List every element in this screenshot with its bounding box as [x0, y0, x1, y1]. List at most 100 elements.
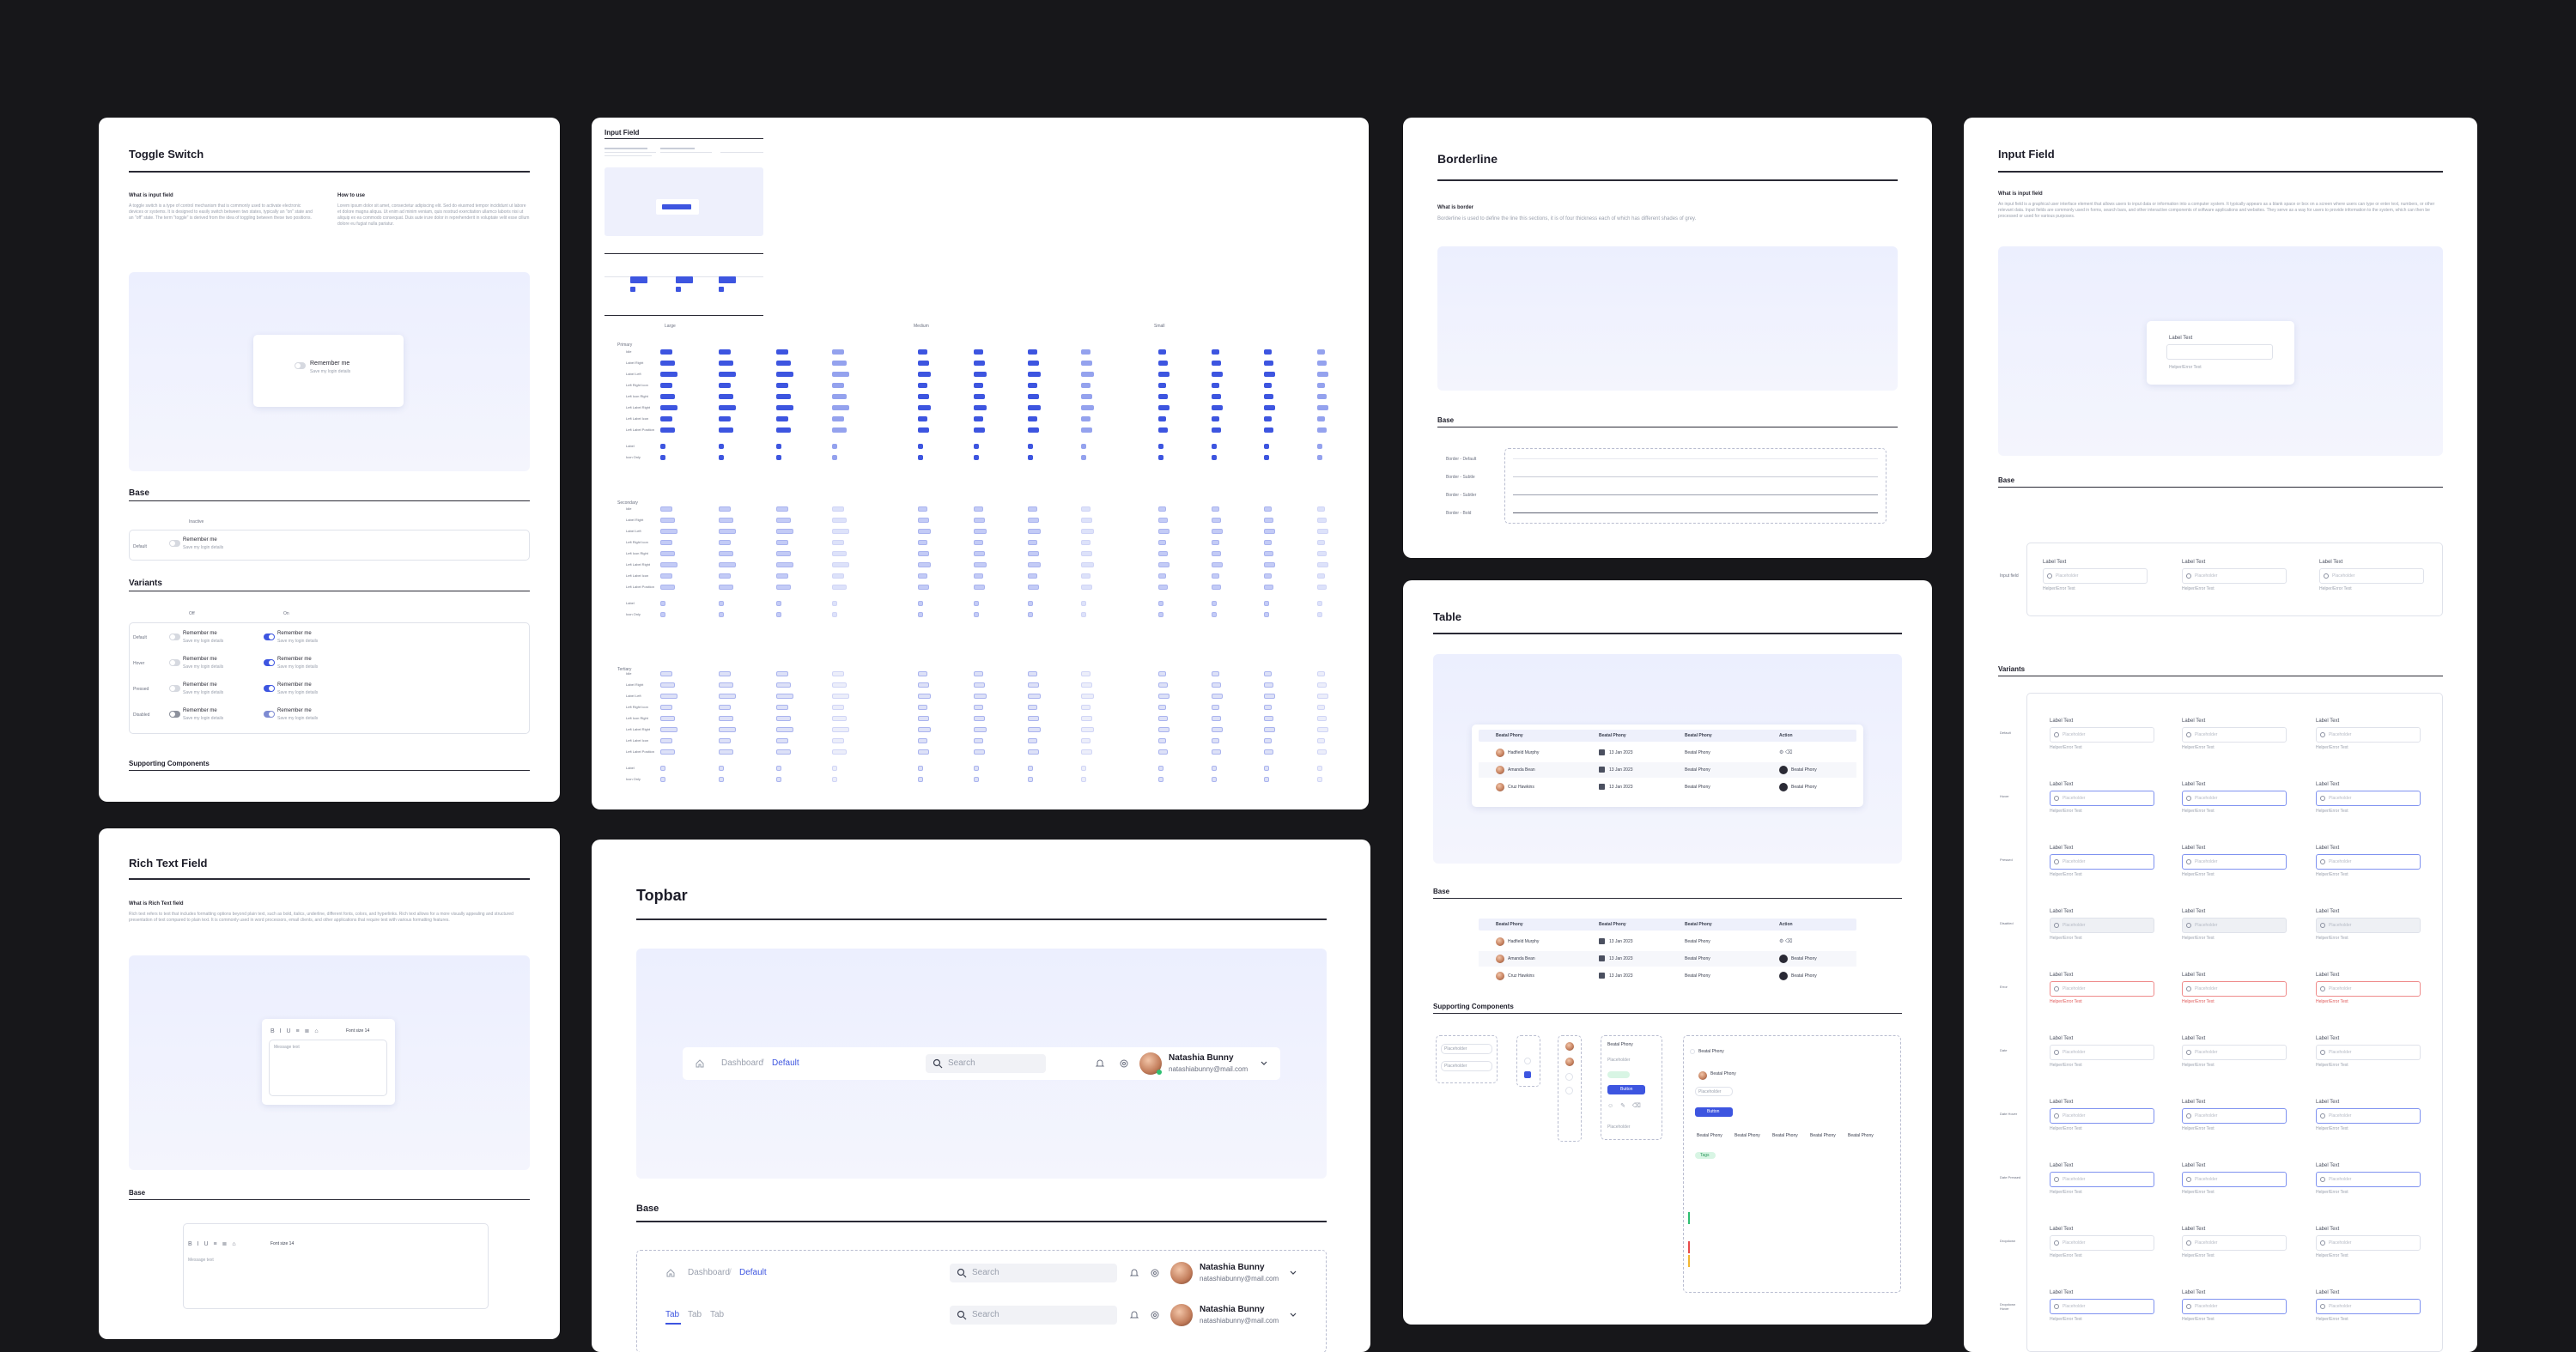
state-button[interactable] [832, 573, 844, 579]
state-button[interactable] [1081, 551, 1092, 556]
state-button[interactable] [1158, 529, 1170, 534]
state-button[interactable] [776, 506, 788, 512]
state-button[interactable] [660, 727, 677, 732]
state-button[interactable] [776, 612, 781, 617]
state-button[interactable] [719, 349, 731, 355]
state-button[interactable] [1028, 349, 1037, 355]
bell-icon[interactable] [1095, 1058, 1105, 1069]
state-button[interactable] [1028, 671, 1037, 676]
state-button[interactable] [918, 682, 929, 688]
state-button[interactable] [660, 416, 672, 421]
state-button[interactable] [660, 506, 672, 512]
state-button[interactable] [974, 383, 983, 388]
state-button[interactable] [918, 518, 929, 523]
state-button[interactable] [1081, 573, 1091, 579]
state-button[interactable] [776, 562, 793, 567]
state-button[interactable] [1317, 612, 1322, 617]
state-button[interactable] [832, 749, 847, 755]
state-button[interactable] [719, 372, 736, 377]
state-button[interactable] [1317, 601, 1322, 606]
radio[interactable] [1565, 1073, 1573, 1081]
state-button[interactable] [719, 682, 733, 688]
column-header[interactable]: Beatal Phony [1685, 733, 1712, 738]
state-button[interactable] [776, 518, 791, 523]
sc-option[interactable]: Beatal Phony [1772, 1133, 1798, 1138]
state-button[interactable] [918, 416, 927, 421]
home-icon[interactable] [665, 1268, 676, 1278]
state-button[interactable] [918, 705, 927, 710]
state-button[interactable] [1264, 601, 1269, 606]
state-button[interactable] [974, 585, 985, 590]
home-icon[interactable] [695, 1058, 705, 1069]
state-button[interactable] [1081, 585, 1092, 590]
state-button[interactable] [918, 349, 927, 355]
state-button[interactable] [1264, 455, 1269, 460]
cell-action[interactable]: Beatal Phony [1791, 973, 1817, 979]
state-button[interactable] [1264, 383, 1272, 388]
state-button[interactable] [1212, 738, 1219, 743]
state-button[interactable] [660, 349, 672, 355]
state-button[interactable] [719, 518, 733, 523]
column-header[interactable]: Beatal Phony [1496, 733, 1523, 738]
state-button[interactable] [1317, 682, 1327, 688]
state-button[interactable] [1212, 777, 1217, 782]
state-button[interactable] [1212, 612, 1217, 617]
state-button[interactable] [776, 455, 781, 460]
state-button[interactable] [1158, 427, 1168, 433]
chevron-down-icon[interactable] [1289, 1311, 1297, 1319]
state-button[interactable] [660, 383, 672, 388]
state-button[interactable] [1264, 394, 1273, 399]
state-button[interactable] [1264, 671, 1272, 676]
state-button[interactable] [1264, 518, 1273, 523]
state-button[interactable] [1264, 727, 1275, 732]
breadcrumb-current[interactable]: Default [739, 1268, 767, 1277]
state-button[interactable] [918, 427, 929, 433]
state-button[interactable] [719, 529, 736, 534]
state-button[interactable] [719, 540, 731, 545]
state-button[interactable] [776, 716, 791, 721]
state-button[interactable] [1028, 612, 1033, 617]
toggle-switch[interactable] [295, 362, 306, 369]
state-button[interactable] [660, 612, 665, 617]
toggle-switch[interactable] [264, 659, 275, 666]
state-button[interactable] [1158, 518, 1168, 523]
state-button[interactable] [1081, 427, 1092, 433]
state-button[interactable] [918, 540, 927, 545]
state-button[interactable] [1028, 551, 1039, 556]
state-button[interactable] [1081, 601, 1086, 606]
state-button[interactable] [1028, 585, 1039, 590]
font-size-select[interactable]: Font size 14 [270, 1241, 294, 1246]
state-button[interactable] [660, 361, 675, 366]
state-button[interactable] [832, 540, 844, 545]
gear-icon[interactable] [1119, 1058, 1129, 1069]
state-button[interactable] [1317, 562, 1328, 567]
state-button[interactable] [1212, 427, 1221, 433]
state-button[interactable] [832, 601, 837, 606]
state-button[interactable] [719, 671, 731, 676]
state-button[interactable] [918, 601, 923, 606]
state-button[interactable] [1264, 427, 1273, 433]
state-button[interactable] [719, 506, 731, 512]
state-button[interactable] [1081, 777, 1086, 782]
state-button[interactable] [1264, 529, 1275, 534]
state-button[interactable] [776, 671, 788, 676]
state-button[interactable] [1212, 361, 1221, 366]
state-button[interactable] [1158, 738, 1166, 743]
state-button[interactable] [1158, 416, 1166, 421]
state-button[interactable] [832, 612, 837, 617]
state-button[interactable] [1081, 506, 1091, 512]
state-button[interactable] [1212, 749, 1221, 755]
state-button[interactable] [974, 601, 979, 606]
state-button[interactable] [832, 727, 849, 732]
state-button[interactable] [1317, 416, 1325, 421]
column-header[interactable]: Beatal Phony [1496, 922, 1523, 927]
state-button[interactable] [1158, 716, 1168, 721]
state-button[interactable] [918, 671, 927, 676]
state-button[interactable] [974, 444, 979, 449]
toggle-switch[interactable] [169, 540, 180, 547]
state-button[interactable] [974, 727, 987, 732]
state-button[interactable] [1317, 444, 1322, 449]
state-button[interactable] [776, 405, 793, 410]
state-button[interactable] [719, 738, 731, 743]
state-button[interactable] [660, 585, 675, 590]
